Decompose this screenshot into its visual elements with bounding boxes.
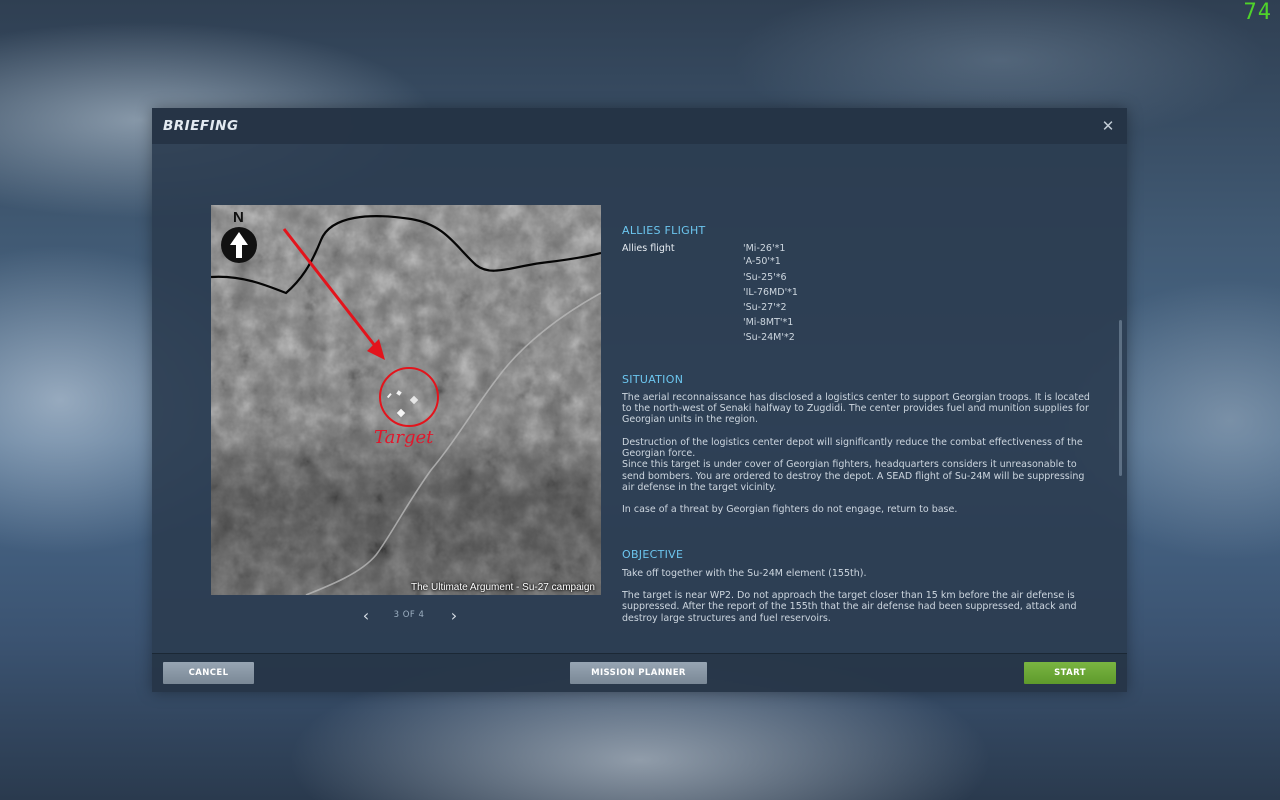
compass-circle [221, 227, 257, 263]
image-pager: ‹ 3 OF 4 › [355, 606, 465, 626]
north-arrow-icon [230, 232, 248, 258]
situation-paragraph: The aerial reconnaissance has disclosed … [622, 391, 1090, 426]
briefing-dialog: BRIEFING ✕ N Target The Ultimate Argumen… [152, 108, 1127, 692]
target-label: Target [374, 427, 434, 448]
dialog-title: BRIEFING [163, 118, 239, 134]
dialog-header: BRIEFING ✕ [152, 108, 1127, 144]
page-indicator: 3 OF 4 [393, 610, 425, 620]
situation-heading: SITUATION [622, 372, 684, 386]
cancel-button[interactable]: CANCEL [163, 662, 254, 684]
compass-icon: N [221, 209, 261, 265]
fps-counter: 74 [1243, 0, 1272, 25]
allied-unit: 'Su-24M'*2 [743, 332, 795, 344]
briefing-text[interactable]: ALLIES FLIGHT Allies flight 'Mi-26'*1 'A… [622, 225, 1092, 655]
start-button[interactable]: START [1024, 662, 1116, 684]
mission-planner-button[interactable]: MISSION PLANNER [570, 662, 707, 684]
allied-unit: 'IL-76MD'*1 [743, 286, 798, 298]
next-page-icon[interactable]: › [446, 606, 462, 626]
allied-unit: 'Su-25'*6 [743, 271, 787, 283]
briefing-map-image: N Target The Ultimate Argument - Su-27 c… [211, 205, 601, 595]
prev-page-icon[interactable]: ‹ [358, 606, 374, 626]
dialog-footer: CANCEL MISSION PLANNER START [152, 653, 1127, 692]
objective-paragraph: Take off together with the Su-24M elemen… [622, 567, 867, 579]
allied-unit: 'A-50'*1 [743, 256, 781, 268]
objective-paragraph: The target is near WP2. Do not approach … [622, 590, 1077, 624]
situation-paragraph: In case of a threat by Georgian fighters… [622, 504, 958, 516]
allied-unit: 'Mi-26'*1 [743, 243, 786, 255]
map-caption: The Ultimate Argument - Su-27 campaign [411, 582, 595, 593]
allies-flight-row: Allies flight 'Mi-26'*1 'A-50'*1 'Su-25'… [622, 243, 1092, 345]
map-terrain [211, 205, 601, 595]
allies-unit-list: 'Mi-26'*1 'A-50'*1 'Su-25'*6 'IL-76MD'*1… [743, 243, 798, 345]
allied-unit: 'Su-27'*2 [743, 301, 787, 313]
allies-flight-label: Allies flight [622, 243, 675, 255]
objective-heading: OBJECTIVE [622, 548, 684, 562]
situation-paragraph: Since this target is under cover of Geor… [622, 459, 1085, 493]
compass-north-letter: N [233, 209, 244, 226]
close-icon[interactable]: ✕ [1099, 117, 1117, 135]
briefing-scrollbar[interactable] [1119, 320, 1122, 476]
situation-paragraph: Destruction of the logistics center depo… [622, 436, 1083, 459]
allied-unit: 'Mi-8MT'*1 [743, 317, 794, 329]
allies-flight-heading: ALLIES FLIGHT [622, 225, 706, 237]
